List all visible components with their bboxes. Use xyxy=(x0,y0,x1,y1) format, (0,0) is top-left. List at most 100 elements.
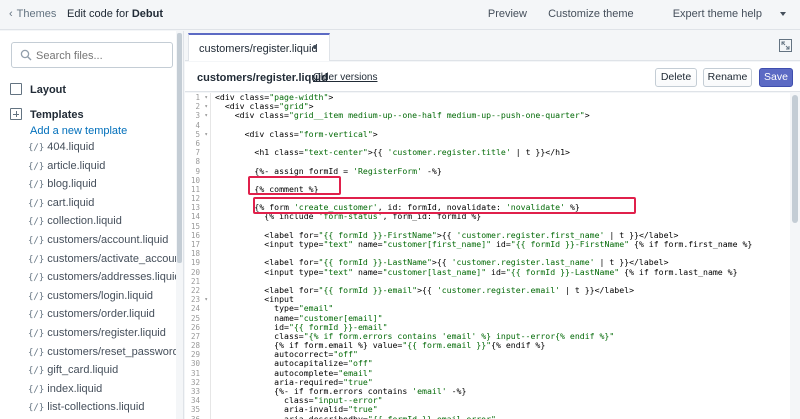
delete-button[interactable]: Delete xyxy=(655,68,697,87)
code-line[interactable]: aria-required="true" xyxy=(215,378,795,387)
code-line[interactable]: <input type="text" name="customer[last_n… xyxy=(215,268,795,277)
code-line[interactable] xyxy=(215,157,795,166)
file-item[interactable]: {/} list-collections.liquid xyxy=(28,401,178,419)
file-item[interactable]: {/} customers/account.liquid xyxy=(28,234,178,253)
code-line[interactable]: autocapitalize="off" xyxy=(215,359,795,368)
line-number: 14 xyxy=(190,212,200,222)
code-line[interactable] xyxy=(215,222,795,231)
line-number: 35 xyxy=(190,405,200,415)
code-line[interactable]: {%- if form.errors contains 'email' -%} xyxy=(215,387,795,396)
code-line[interactable]: <input xyxy=(215,295,795,304)
line-number: 16 xyxy=(190,230,200,240)
code-line[interactable]: aria-describedby="{{ formId }}-email-err… xyxy=(215,415,795,419)
code-line[interactable]: id="{{ formId }}-email" xyxy=(215,323,795,332)
fold-arrow-icon[interactable]: ▾ xyxy=(204,102,208,111)
code-line[interactable]: aria-invalid="true" xyxy=(215,405,795,414)
back-label: Themes xyxy=(16,8,57,20)
fold-arrow-icon[interactable]: ▾ xyxy=(204,111,208,120)
fold-arrow-icon[interactable]: ▾ xyxy=(204,93,208,102)
file-item[interactable]: {/} customers/order.liquid xyxy=(28,308,178,327)
file-item-label: customers/account.liquid xyxy=(47,233,169,246)
code-editor[interactable]: 1 ▾ 2 ▾ 3 ▾ 4 5 ▾ 6 7 8 9 10 11 12 13 14 15 16 17 18 19 20 21 22 2… xyxy=(185,93,800,419)
liquid-file-icon: {/} xyxy=(28,180,45,191)
code-line[interactable]: <div class="grid__item medium-up--one-ha… xyxy=(215,111,795,120)
older-versions-link[interactable]: Older versions xyxy=(313,72,377,83)
code-line[interactable]: <div class="grid"> xyxy=(215,102,795,111)
search-files-input[interactable] xyxy=(36,47,166,65)
line-number: 9 xyxy=(195,166,200,176)
file-item-label: customers/order.liquid xyxy=(47,308,155,321)
code-line[interactable]: autocorrect="off" xyxy=(215,350,795,359)
code-line[interactable]: {%- assign formId = 'RegisterForm' -%} xyxy=(215,167,795,176)
code-line[interactable]: <div class="form-vertical"> xyxy=(215,130,795,139)
liquid-file-icon: {/} xyxy=(28,161,45,172)
file-item[interactable]: {/} blog.liquid xyxy=(28,178,178,197)
code-line[interactable]: <input type="text" name="customer[first_… xyxy=(215,240,795,249)
liquid-file-icon: {/} xyxy=(28,328,45,339)
line-number: 24 xyxy=(190,304,200,314)
fold-arrow-icon[interactable]: ▾ xyxy=(204,130,208,139)
file-item[interactable]: {/}customers/reset_password.liq xyxy=(28,346,178,365)
rename-button[interactable]: Rename xyxy=(703,68,752,87)
code-line[interactable]: class="input--error" xyxy=(215,396,795,405)
expert-help-menu[interactable]: Expert theme help xyxy=(655,8,786,20)
code-line[interactable] xyxy=(215,139,795,148)
code-line[interactable]: <label for="{{ formId }}-LastName">{{ 'c… xyxy=(215,258,795,267)
line-number: 33 xyxy=(190,387,200,396)
editor-scroll-thumb[interactable] xyxy=(792,95,798,223)
code-line[interactable]: class="{% if form.errors contains 'email… xyxy=(215,332,795,341)
code-line[interactable]: <label for="{{ formId }}-FirstName">{{ '… xyxy=(215,231,795,240)
line-number-gutter: 1 ▾ 2 ▾ 3 ▾ 4 5 ▾ 6 7 8 9 10 11 12 13 14 15 16 17 18 19 20 21 22 2… xyxy=(185,93,211,419)
file-item[interactable]: {/} customers/login.liquid xyxy=(28,290,178,309)
line-number: 25 xyxy=(190,313,200,323)
editor-tab-bar: customers/register.liquid xyxy=(185,31,800,61)
back-to-themes-link[interactable]: ‹ Themes xyxy=(9,8,56,20)
sidebar-scroll-thumb[interactable] xyxy=(177,33,182,263)
file-item-label: 404.liquid xyxy=(47,141,95,153)
code-line[interactable] xyxy=(215,249,795,258)
code-lines[interactable]: <div class="page-width"> <div class="gri… xyxy=(215,93,795,419)
search-box[interactable] xyxy=(11,42,173,68)
sidebar-scrollbar[interactable] xyxy=(176,31,183,419)
file-item[interactable]: {/} customers/register.liquid xyxy=(28,327,178,346)
code-line[interactable]: autocomplete="email" xyxy=(215,369,795,378)
templates-folder[interactable]: Templates xyxy=(10,108,84,121)
customize-theme-link[interactable]: Customize theme xyxy=(548,8,634,20)
layout-label: Layout xyxy=(30,84,67,96)
code-line[interactable]: <label for="{{ formId }}-email">{{ 'cust… xyxy=(215,286,795,295)
code-line[interactable]: type="email" xyxy=(215,304,795,313)
code-line[interactable] xyxy=(215,277,795,286)
file-item[interactable]: {/} collection.liquid xyxy=(28,215,178,234)
liquid-file-icon: {/} xyxy=(28,366,45,377)
preview-link[interactable]: Preview xyxy=(488,8,527,20)
file-item[interactable]: {/} cart.liquid xyxy=(28,197,178,216)
code-line[interactable]: <h1 class="text-center">{{ 'customer.reg… xyxy=(215,148,795,157)
layout-folder[interactable]: Layout xyxy=(10,83,66,96)
code-line[interactable]: {% if form.email %} value="{{ form.email… xyxy=(215,341,795,350)
editor-scrollbar[interactable] xyxy=(790,93,800,419)
file-item[interactable]: {/} 404.liquid xyxy=(28,141,178,160)
code-line[interactable]: <div class="page-width"> xyxy=(215,93,795,102)
file-item[interactable]: {/} index.liquid xyxy=(28,383,178,402)
line-number: 8 xyxy=(195,157,200,167)
save-button[interactable]: Save xyxy=(759,68,793,87)
file-item-label: customers/reset_password.liq xyxy=(47,345,178,358)
liquid-file-icon: {/} xyxy=(28,291,45,302)
code-line[interactable] xyxy=(215,121,795,130)
line-number: 15 xyxy=(190,221,200,231)
line-number: 12 xyxy=(190,194,200,204)
code-line[interactable]: name="customer[email]" xyxy=(215,314,795,323)
liquid-file-icon: {/} xyxy=(28,235,45,246)
file-item[interactable]: {/} article.liquid xyxy=(28,160,178,179)
expand-icon[interactable] xyxy=(779,39,792,52)
file-item[interactable]: {/} gift_card.liquid xyxy=(28,364,178,383)
folder-collapsed-icon xyxy=(10,83,22,95)
file-item[interactable]: {/} customers/addresses.liquid xyxy=(28,271,178,290)
tab-register-liquid[interactable]: customers/register.liquid xyxy=(188,33,330,61)
add-new-template-link[interactable]: Add a new template xyxy=(30,125,127,137)
line-number: 30 xyxy=(190,359,200,369)
unsaved-dot-icon[interactable] xyxy=(313,45,317,49)
fold-arrow-icon[interactable]: ▾ xyxy=(204,295,208,304)
file-item-label: customers/login.liquid xyxy=(47,289,154,302)
file-item[interactable]: {/} customers/activate_account.li xyxy=(28,253,178,272)
